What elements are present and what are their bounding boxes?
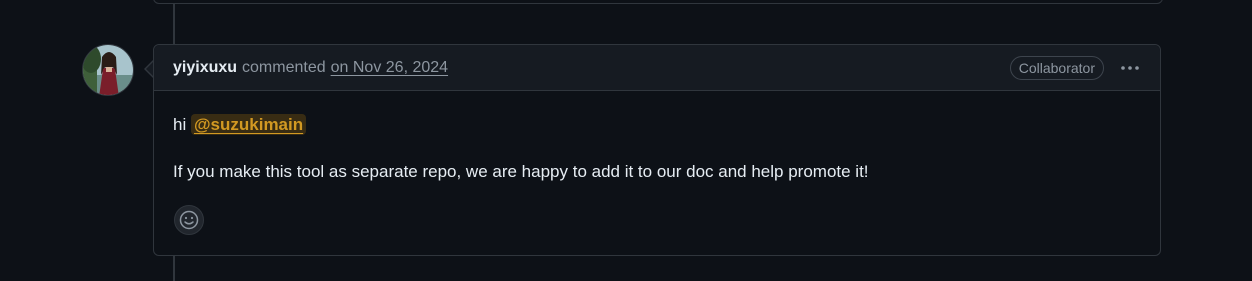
comment-date[interactable]: on Nov 26, 2024: [331, 59, 448, 77]
greeting-text: hi: [173, 115, 187, 134]
comment-action: commented: [242, 58, 326, 76]
comment-author[interactable]: yiyixuxu: [173, 59, 237, 77]
comment-greeting-line: hi @suzukimain: [173, 113, 1141, 137]
previous-comment-card: [153, 0, 1163, 4]
smiley-icon: [179, 210, 199, 230]
comment-card: yiyixuxu commented on Nov 26, 2024 Colla…: [153, 44, 1161, 256]
user-mention-link[interactable]: @suzukimain: [190, 114, 307, 135]
more-options-button[interactable]: [1118, 58, 1142, 78]
comment-body: hi @suzukimain If you make this tool as …: [154, 91, 1160, 184]
avatar-image: [83, 45, 133, 95]
role-badge: Collaborator: [1009, 55, 1104, 80]
comment-header: yiyixuxu commented on Nov 26, 2024 Colla…: [154, 45, 1160, 91]
comment-message: If you make this tool as separate repo, …: [173, 162, 869, 181]
kebab-horizontal-icon: [1121, 65, 1139, 70]
add-reaction-button[interactable]: [174, 205, 204, 235]
avatar[interactable]: [82, 44, 134, 96]
